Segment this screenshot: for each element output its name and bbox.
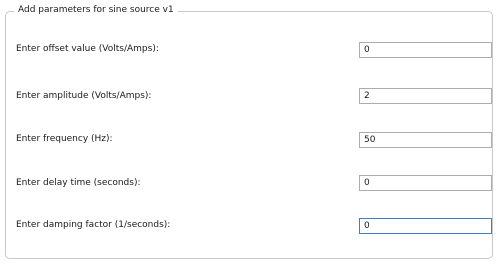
damping-factor-label: Enter damping factor (1/seconds): xyxy=(16,220,171,230)
offset-input[interactable] xyxy=(359,42,492,58)
amplitude-label: Enter amplitude (Volts/Amps): xyxy=(16,91,152,101)
delay-time-input[interactable] xyxy=(359,175,492,191)
offset-label: Enter offset value (Volts/Amps): xyxy=(16,44,159,54)
delay-time-label: Enter delay time (seconds): xyxy=(16,178,141,188)
amplitude-input[interactable] xyxy=(359,88,492,104)
frequency-input[interactable] xyxy=(359,132,492,148)
damping-factor-input[interactable] xyxy=(359,218,492,234)
group-title: Add parameters for sine source v1 xyxy=(14,3,178,17)
frequency-label: Enter frequency (Hz): xyxy=(16,134,113,144)
